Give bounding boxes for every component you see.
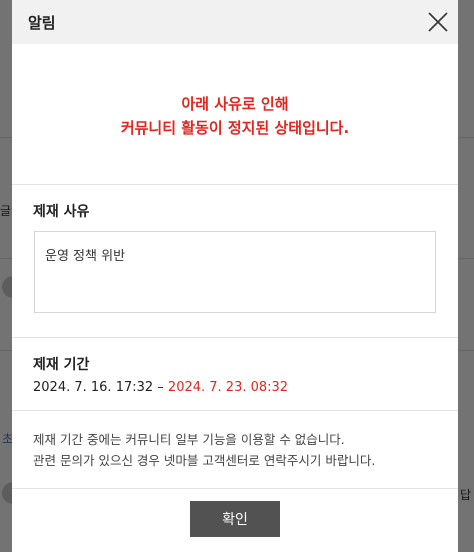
reason-box: 운영 정책 위반 bbox=[34, 231, 436, 313]
close-icon bbox=[428, 12, 448, 32]
notice-line: 커뮤니티 활동이 정지된 상태입니다. bbox=[120, 119, 350, 137]
divider bbox=[12, 410, 458, 411]
period-end: 2024. 7. 23. 08:32 bbox=[167, 380, 289, 395]
confirm-button[interactable]: 확인 bbox=[190, 501, 280, 537]
modal-header: 알림 bbox=[12, 0, 458, 44]
reason-text: 운영 정책 위반 bbox=[45, 249, 126, 264]
sanction-notice-modal: 알림 아래 사유로 인해 커뮤니티 활동이 정지된 상태입니다. 제재 사유 운… bbox=[12, 0, 458, 552]
info-text: 제재 기간 중에는 커뮤니티 일부 기능을 이용할 수 없습니다. 관련 문의가… bbox=[33, 429, 375, 471]
divider bbox=[12, 488, 458, 489]
close-button[interactable] bbox=[424, 8, 452, 36]
notice-line: 아래 사유로 인해 bbox=[181, 95, 289, 113]
sanction-period: 2024. 7. 16. 17:32 – 2024. 7. 23. 08:32 bbox=[33, 380, 288, 395]
reason-label: 제재 사유 bbox=[33, 204, 90, 220]
divider bbox=[12, 337, 458, 338]
info-line: 제재 기간 중에는 커뮤니티 일부 기능을 이용할 수 없습니다. bbox=[33, 432, 345, 447]
divider bbox=[12, 184, 458, 185]
info-line: 관련 문의가 있으신 경우 넷마블 고객센터로 연락주시기 바랍니다. bbox=[33, 453, 376, 468]
modal-title: 알림 bbox=[28, 14, 56, 32]
period-label: 제재 기간 bbox=[33, 357, 90, 373]
sanction-notice: 아래 사유로 인해 커뮤니티 활동이 정지된 상태입니다. bbox=[12, 92, 458, 140]
period-start: 2024. 7. 16. 17:32 – bbox=[33, 380, 168, 395]
